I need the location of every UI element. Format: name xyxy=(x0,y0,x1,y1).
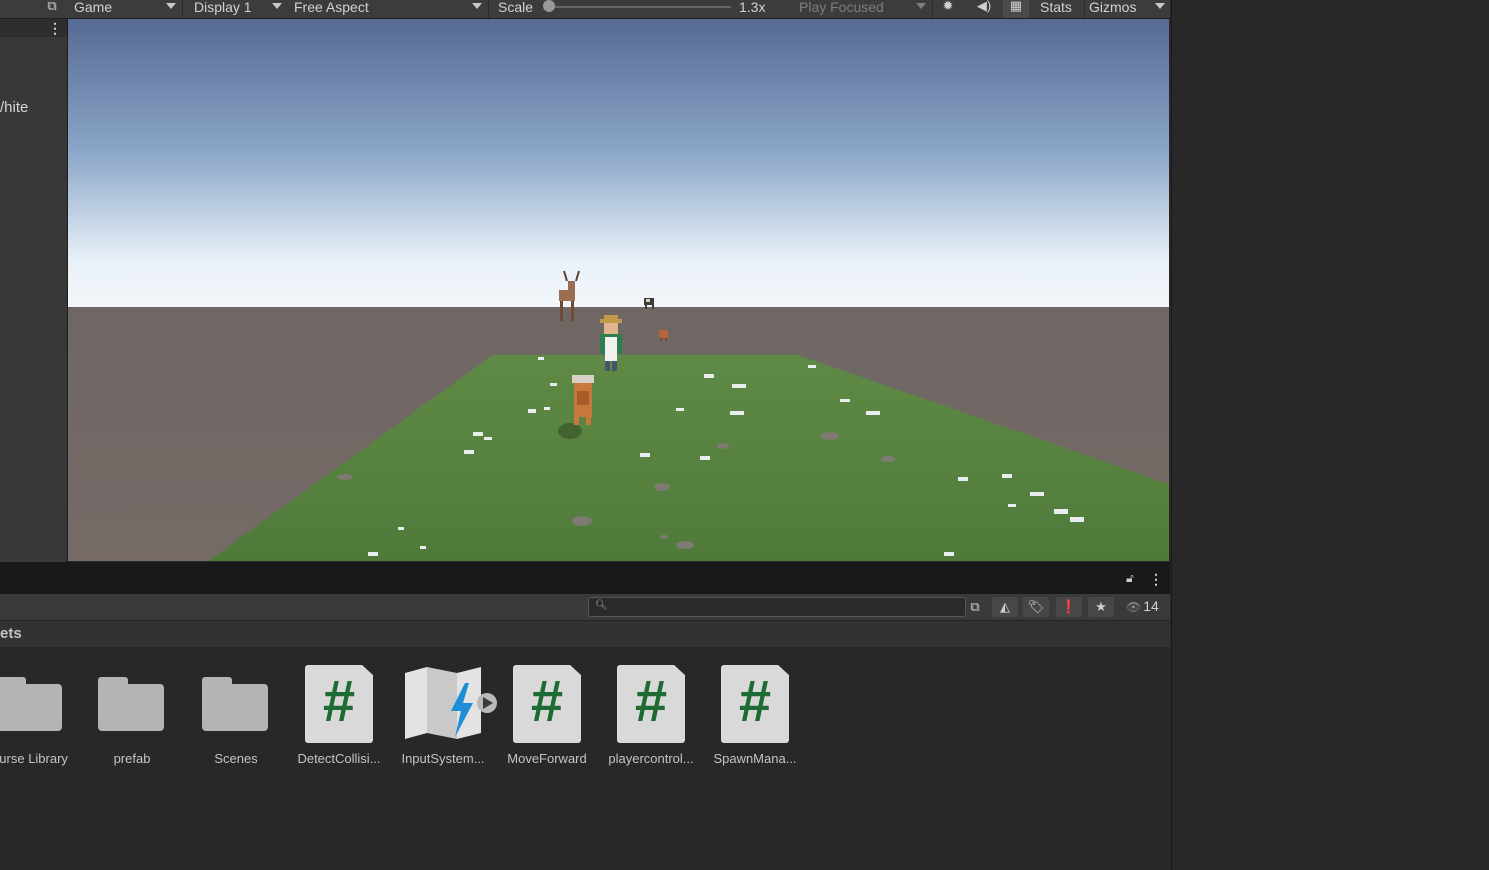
filter-by-log-icon[interactable]: ❗ xyxy=(1056,597,1082,617)
csharp-script-icon: # xyxy=(305,665,373,743)
view-label: Game xyxy=(74,0,113,15)
folder-icon xyxy=(98,677,164,731)
scale-slider-track[interactable] xyxy=(549,6,731,8)
stats-button[interactable]: Stats xyxy=(1040,0,1072,18)
aspect-label: Free Aspect xyxy=(294,0,369,15)
grid-icon[interactable]: ▦ xyxy=(1003,0,1029,18)
csharp-script-icon: # xyxy=(617,665,685,743)
eye-icon: 👁︎ xyxy=(1126,600,1142,614)
gizmos-button[interactable]: Gizmos xyxy=(1084,0,1171,18)
bug-icon[interactable]: ✹ xyxy=(935,0,961,18)
gizmos-label: Gizmos xyxy=(1089,0,1137,15)
asset-item[interactable]: # SpawnMana... xyxy=(703,647,807,777)
speaker-icon[interactable]: ◀) xyxy=(971,0,997,18)
folder-icon xyxy=(0,677,62,731)
folder-icon xyxy=(202,677,268,731)
chevron-down-icon xyxy=(166,3,176,9)
chevron-down-icon xyxy=(272,3,282,9)
chevron-down-icon xyxy=(916,3,926,9)
asset-item[interactable]: InputSystem... xyxy=(391,647,497,777)
asset-item[interactable]: prefab xyxy=(80,647,184,777)
lock-icon[interactable]: 🔓︎ xyxy=(1126,571,1134,586)
project-toolbar: 🔍︎ ⧉ ◭ 🏷︎ ❗ ★ 👁︎ 14 xyxy=(0,594,1170,621)
favorites-star-icon[interactable]: ★ xyxy=(1088,597,1114,617)
dog-shadow xyxy=(558,423,582,439)
input-actions-icon xyxy=(405,667,497,739)
game-viewport[interactable] xyxy=(68,19,1169,561)
scale-slider-handle[interactable] xyxy=(543,0,555,12)
search-input[interactable]: 🔍︎ xyxy=(588,597,966,617)
truncated-item-label: /hite xyxy=(0,99,29,116)
chevron-down-icon xyxy=(472,3,482,9)
filter-by-label-icon[interactable]: 🏷︎ xyxy=(1023,597,1049,617)
asset-item[interactable]: Scenes xyxy=(184,647,288,777)
search-icon: 🔍︎ xyxy=(595,600,608,611)
aspect-dropdown[interactable]: Free Aspect xyxy=(288,0,489,18)
breadcrumb: ets xyxy=(0,621,1170,648)
visible-count-value: 14 xyxy=(1143,598,1159,614)
display-label: Display 1 xyxy=(194,0,252,15)
asset-grid: ourse Library prefab Scenes # DetectColl… xyxy=(0,647,1170,870)
asset-item[interactable]: # playercontrol... xyxy=(599,647,703,777)
hierarchy-panel-edge: ⋮ /hite xyxy=(0,19,68,562)
more-options-icon[interactable]: ⋮ xyxy=(48,21,62,35)
asset-label: SpawnMana... xyxy=(713,751,797,766)
more-options-icon[interactable]: ⋮ xyxy=(1149,572,1163,586)
game-toolbar: ⧉ Game Display 1 Free Aspect Scale 1.3x … xyxy=(0,0,1170,19)
project-tab-bar: 🔓︎ ⋮ xyxy=(0,562,1170,594)
chevron-down-icon[interactable] xyxy=(1155,3,1165,9)
play-mode-dropdown[interactable]: Play Focused xyxy=(792,0,933,18)
csharp-script-icon: # xyxy=(513,665,581,743)
csharp-script-icon: # xyxy=(721,665,789,743)
asset-item[interactable]: # DetectCollisi... xyxy=(287,647,391,777)
maximize-icon[interactable]: ⧉ xyxy=(40,0,64,18)
scale-value: 1.3x xyxy=(739,0,766,15)
play-mode-label: Play Focused xyxy=(799,0,884,15)
display-dropdown[interactable]: Display 1 xyxy=(188,0,289,18)
breadcrumb-assets[interactable]: ets xyxy=(0,625,22,642)
view-dropdown[interactable]: Game xyxy=(68,0,183,18)
sky xyxy=(68,19,1169,314)
asset-item[interactable]: # MoveForward xyxy=(495,647,599,777)
empty-panel xyxy=(1171,0,1489,870)
visible-count[interactable]: 👁︎ 14 xyxy=(1126,598,1159,614)
panel-header: ⋮ xyxy=(0,19,67,37)
scale-label: Scale xyxy=(498,0,534,15)
search-mode-icon[interactable]: ⧉ xyxy=(964,597,986,617)
filter-by-type-icon[interactable]: ◭ xyxy=(992,597,1018,617)
